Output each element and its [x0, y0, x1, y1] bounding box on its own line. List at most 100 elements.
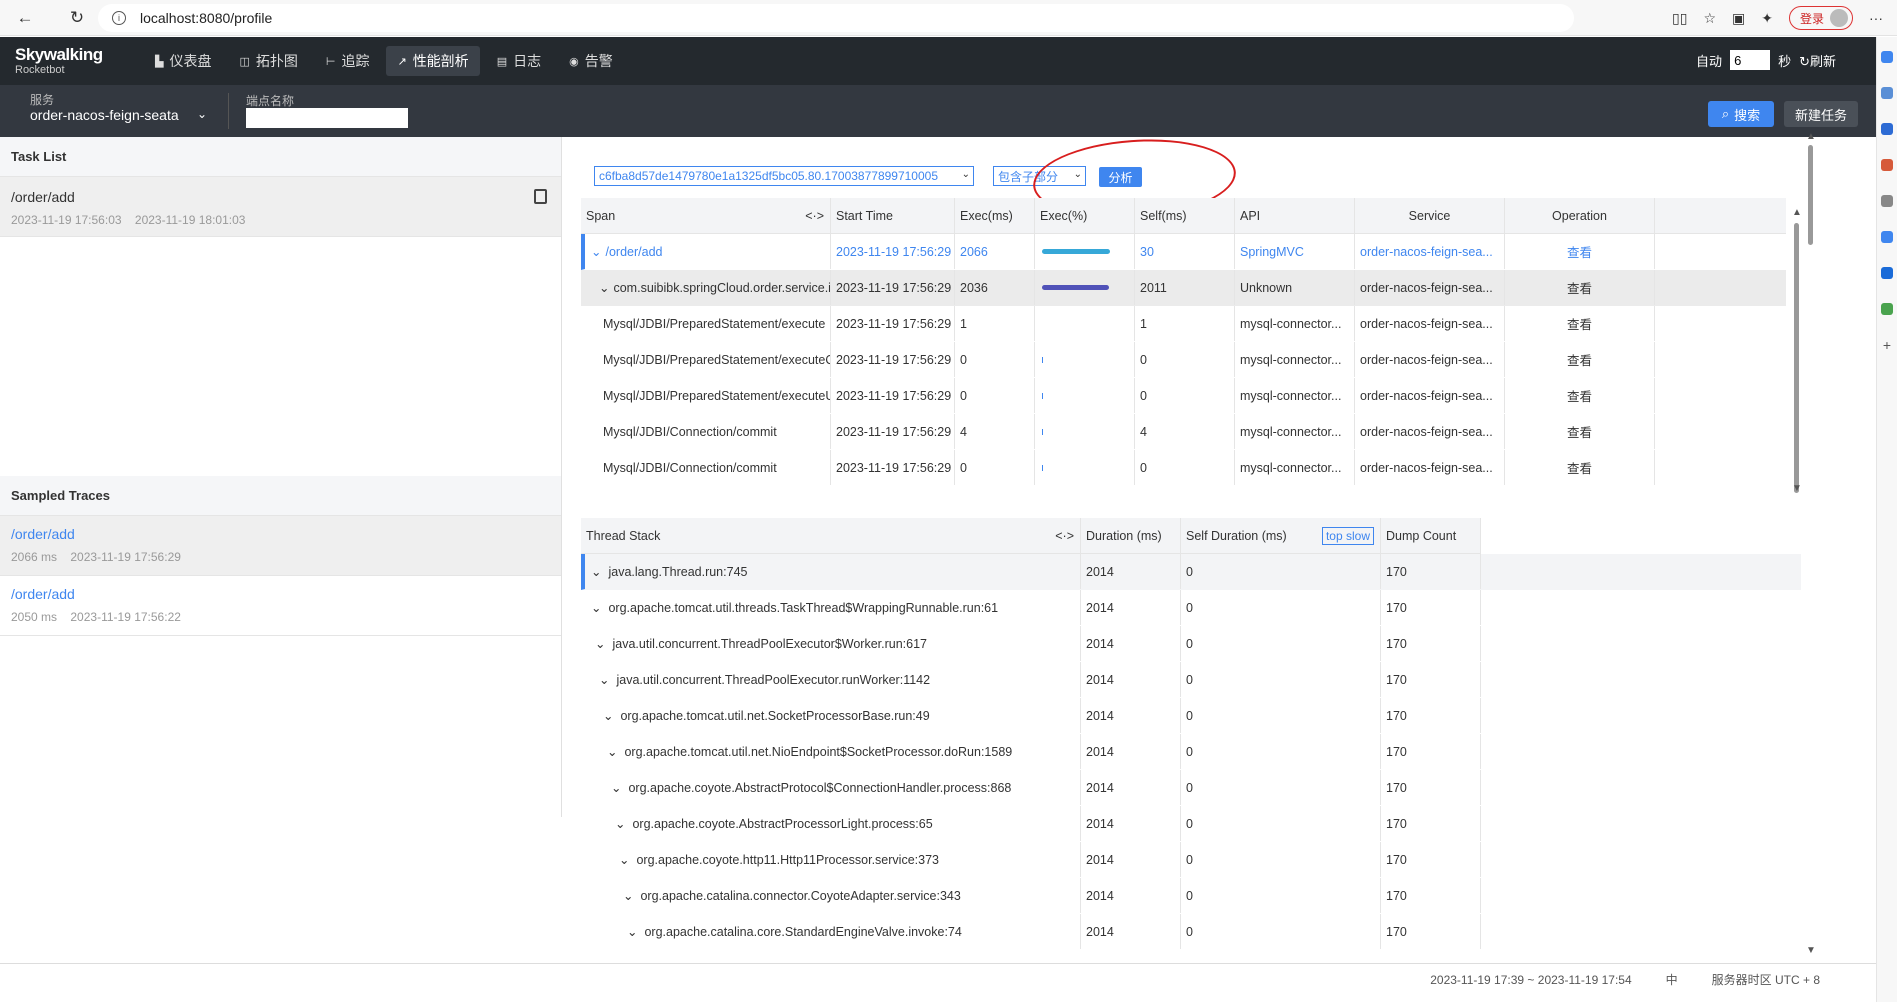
nav-dashboard[interactable]: ▙ 仪表盘 — [144, 46, 222, 76]
task-item[interactable]: /order/add 2023-11-19 17:56:03 2023-11-1… — [0, 177, 561, 237]
scroll-down-icon[interactable]: ▼ — [1792, 483, 1802, 494]
nav-profile[interactable]: ↗ 性能剖析 — [386, 46, 480, 76]
span-table-scrollbar[interactable] — [1794, 223, 1799, 493]
exec-bar — [1042, 392, 1043, 399]
stack-row[interactable]: ⌄ org.apache.coyote.AbstractProcessorLigh… — [581, 806, 1801, 842]
chevron-down-icon[interactable]: ⌄ — [599, 672, 609, 687]
chevron-down-icon[interactable]: ⌄ — [615, 816, 625, 831]
search-button[interactable]: ⌕ 搜索 — [1708, 101, 1774, 127]
trace-time: 2023-11-19 17:56:29 — [70, 550, 181, 564]
favorites-icon[interactable]: ☆ — [1703, 10, 1716, 27]
nav-trace[interactable]: ⊢ 追踪 — [315, 46, 381, 76]
exec-percent-cell — [1035, 306, 1135, 341]
span-row[interactable]: Mysql/JDBI/Connection/commit 2023-11-19 1… — [581, 450, 1786, 486]
chevron-down-icon[interactable]: ⌄ — [599, 280, 609, 295]
games-icon[interactable] — [1881, 195, 1893, 207]
tools-icon[interactable] — [1881, 159, 1893, 171]
shopping-icon[interactable] — [1881, 123, 1893, 135]
chevron-down-icon[interactable]: ⌄ — [591, 600, 601, 615]
view-button[interactable]: 查看 — [1505, 342, 1655, 377]
top-slow-button[interactable]: top slow — [1321, 526, 1374, 545]
back-icon[interactable]: ← — [8, 3, 42, 33]
span-row[interactable]: Mysql/JDBI/PreparedStatement/executeUp..… — [581, 378, 1786, 414]
designer-icon[interactable] — [1881, 303, 1893, 315]
auto-interval-input[interactable] — [1730, 50, 1771, 70]
stack-row[interactable]: ⌄ org.apache.tomcat.util.net.SocketProces… — [581, 698, 1801, 734]
search-icon[interactable] — [1881, 87, 1893, 99]
chevron-down-icon[interactable]: ⌄ — [611, 780, 621, 795]
stack-row[interactable]: ⌄ org.apache.coyote.AbstractProtocol$Conn… — [581, 770, 1801, 806]
chevron-down-icon[interactable]: ⌄ — [603, 708, 613, 723]
chevron-down-icon[interactable]: ⌄ — [595, 636, 605, 651]
chevron-down-icon[interactable]: ⌄ — [591, 244, 601, 259]
duration-cell: 2014 — [1081, 662, 1181, 697]
auto-label[interactable]: 自动 — [1696, 51, 1722, 70]
office-icon[interactable] — [1881, 231, 1893, 243]
service-select[interactable]: order-nacos-feign-seata — [30, 107, 179, 123]
view-button[interactable]: 查看 — [1505, 414, 1655, 449]
nav-log[interactable]: ▤ 日志 — [486, 46, 552, 76]
view-button[interactable]: 查看 — [1505, 234, 1655, 269]
view-button[interactable]: 查看 — [1505, 270, 1655, 305]
scroll-up-icon[interactable]: ▲ — [1792, 207, 1802, 218]
stack-row[interactable]: ⌄ java.util.concurrent.ThreadPoolExecutor… — [581, 662, 1801, 698]
timezone[interactable]: 服务器时区 UTC + 8 — [1712, 971, 1820, 988]
resize-icon[interactable]: <·> — [1055, 529, 1074, 543]
view-button[interactable]: 查看 — [1505, 378, 1655, 413]
profile-button[interactable]: 登录 — [1788, 6, 1853, 30]
resize-icon[interactable]: <·> — [805, 209, 824, 223]
stack-row[interactable]: ⌄ org.apache.coyote.http11.Http11Processo… — [581, 842, 1801, 878]
view-button[interactable]: 查看 — [1505, 306, 1655, 341]
stack-row[interactable]: ⌄ org.apache.tomcat.util.threads.TaskThre… — [581, 590, 1801, 626]
self-duration-cell: 0 — [1181, 590, 1381, 625]
span-row[interactable]: Mysql/JDBI/PreparedStatement/execute 2023… — [581, 306, 1786, 342]
collections-icon[interactable]: ▣ — [1732, 10, 1745, 27]
task-logs-icon[interactable] — [534, 189, 547, 204]
view-button[interactable]: 查看 — [1505, 450, 1655, 485]
reload-icon[interactable]: ↻ — [60, 3, 94, 33]
copilot-icon[interactable] — [1881, 51, 1893, 63]
scroll-up-icon[interactable]: ▲ — [1806, 131, 1816, 142]
logo[interactable]: Skywalking Rocketbot — [15, 45, 103, 76]
chevron-down-icon[interactable]: ⌄ — [197, 107, 207, 121]
stack-row[interactable]: ⌄ java.util.concurrent.ThreadPoolExecutor… — [581, 626, 1801, 662]
nav-topology[interactable]: ◫ 拓扑图 — [228, 46, 308, 76]
stack-row[interactable]: ⌄ org.apache.catalina.connector.CoyoteAda… — [581, 878, 1801, 914]
api-cell: mysql-connector... — [1235, 414, 1355, 449]
language-toggle[interactable]: 中 — [1666, 971, 1678, 988]
time-range[interactable]: 2023-11-19 17:39 ~ 2023-11-19 17:54 — [1430, 973, 1631, 987]
chevron-down-icon[interactable]: ⌄ — [619, 852, 629, 867]
span-row[interactable]: Mysql/JDBI/Connection/commit 2023-11-19 1… — [581, 414, 1786, 450]
chevron-down-icon[interactable]: ⌄ — [623, 888, 633, 903]
endpoint-input[interactable] — [246, 108, 408, 128]
scroll-down-icon[interactable]: ▼ — [1806, 945, 1816, 956]
duration-cell: 2014 — [1081, 842, 1181, 877]
split-screen-icon[interactable]: ▯▯ — [1672, 10, 1687, 27]
chevron-down-icon[interactable]: ⌄ — [627, 924, 637, 939]
span-row[interactable]: Mysql/JDBI/PreparedStatement/executeQu..… — [581, 342, 1786, 378]
refresh-button[interactable]: ↻刷新 — [1799, 51, 1836, 70]
trace-item[interactable]: /order/add 2050 ms 2023-11-19 17:56:22 — [0, 576, 561, 636]
outlook-icon[interactable] — [1881, 267, 1893, 279]
dump-count-cell: 170 — [1381, 662, 1481, 697]
exec-percent-cell — [1035, 270, 1135, 305]
span-row[interactable]: ⌄ /order/add 2023-11-19 17:56:29 2066 30 Spr… — [581, 234, 1786, 270]
segment-select[interactable]: c6fba8d57de1479780e1a1325df5bc05.80.1700… — [594, 166, 974, 186]
nav-alarm[interactable]: ◉ 告警 — [558, 46, 624, 76]
column-header: Start Time — [831, 198, 955, 233]
address-bar[interactable]: i localhost:8080/profile — [98, 4, 1574, 32]
extensions-icon[interactable]: ✦ — [1761, 10, 1773, 27]
stack-frame-cell: ⌄ java.util.concurrent.ThreadPoolExecutor… — [581, 626, 1081, 661]
more-icon[interactable]: ··· — [1869, 10, 1883, 26]
trace-item[interactable]: /order/add 2066 ms 2023-11-19 17:56:29 — [0, 516, 561, 576]
add-icon[interactable]: + — [1881, 338, 1893, 352]
stack-row[interactable]: ⌄ org.apache.tomcat.util.net.NioEndpoint$… — [581, 734, 1801, 770]
new-task-button[interactable]: 新建任务 — [1784, 101, 1858, 127]
chevron-down-icon[interactable]: ⌄ — [591, 564, 601, 579]
info-icon[interactable]: i — [112, 11, 126, 25]
page-scrollbar[interactable] — [1808, 145, 1813, 245]
stack-row[interactable]: ⌄ java.lang.Thread.run:745 2014 0 170 — [581, 554, 1801, 590]
span-row[interactable]: ⌄ com.suibibk.springCloud.order.service.… — [581, 270, 1786, 306]
stack-row[interactable]: ⌄ org.apache.catalina.core.StandardEngine… — [581, 914, 1801, 950]
chevron-down-icon[interactable]: ⌄ — [607, 744, 617, 759]
